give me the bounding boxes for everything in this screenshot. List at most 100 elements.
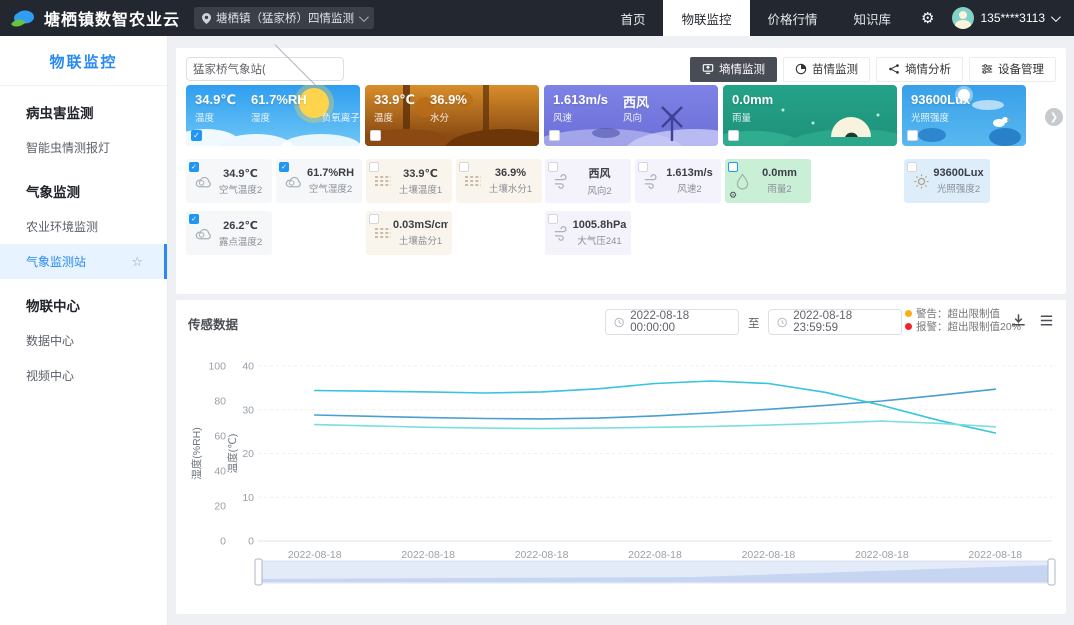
- toolbar-button-墒情监测[interactable]: 墒情监测: [690, 57, 777, 82]
- sensor-tile-土壤水分1[interactable]: 36.9%土壤水分1: [456, 159, 542, 203]
- sidebar-item-label: 智能虫情测报灯: [26, 139, 110, 156]
- sensor-label: 风向2: [572, 183, 627, 197]
- sensor-checkbox[interactable]: [459, 162, 469, 172]
- sensor-label: 土壤盐分1: [393, 233, 448, 247]
- sensor-tile-空气湿度2[interactable]: ✓61.7%RH空气湿度2: [276, 159, 362, 203]
- sensor-checkbox[interactable]: [369, 214, 379, 224]
- toolbar-button-设备管理[interactable]: 设备管理: [969, 57, 1056, 82]
- sensor-value: 西风: [572, 165, 627, 181]
- toolbar-button-墒情分析[interactable]: 墒情分析: [876, 57, 963, 82]
- sensor-checkbox[interactable]: [548, 162, 558, 172]
- datazoom-handle[interactable]: [1048, 559, 1055, 585]
- station-select[interactable]: 猛家桥气象站(1570000015685: [186, 57, 344, 81]
- sensor-tile-露点温度2[interactable]: ✓ 26.2℃ 露点温度2: [186, 211, 272, 255]
- card-checkbox[interactable]: [907, 130, 918, 141]
- alarm-label: 报警：超出限制值20%: [916, 319, 1021, 334]
- sensor-value: 36.9%: [483, 167, 538, 179]
- clock-icon: [777, 317, 787, 328]
- carousel-next-button[interactable]: ❯: [1045, 108, 1063, 126]
- nav-item-价格行情[interactable]: 价格行情: [750, 0, 836, 36]
- card-metric: 61.7%RH湿度: [251, 92, 307, 124]
- top-navbar: 塘栖镇数智农业云 塘栖镇（猛家桥）四情监测 首页物联监控价格行情知识库 ⚙ 13…: [0, 0, 1074, 36]
- list-view-icon[interactable]: [1038, 312, 1055, 332]
- sidebar-item-气象监测站[interactable]: 气象监测站☆: [0, 244, 167, 279]
- card-checkbox[interactable]: [728, 130, 739, 141]
- sidebar-item-农业环境监测[interactable]: 农业环境监测: [0, 209, 167, 244]
- weather-card-sky[interactable]: 34.9℃温度 61.7%RH湿度负氧离子 ✓: [186, 85, 360, 146]
- sensor-tile-空气温度2[interactable]: ✓34.9℃空气温度2: [186, 159, 272, 203]
- user-phone: 135****3113: [980, 11, 1045, 25]
- sensor-tile-风向2[interactable]: 西风风向2: [545, 159, 631, 203]
- warning-dot: [905, 310, 912, 317]
- sidebar-item-视频中心[interactable]: 视频中心: [0, 358, 167, 393]
- nav-item-首页[interactable]: 首页: [602, 0, 663, 36]
- nav-item-知识库[interactable]: 知识库: [836, 0, 910, 36]
- sensor-tile-雨量2[interactable]: 0.0mm雨量2⚙: [725, 159, 811, 203]
- chevron-down-icon: [1051, 12, 1061, 22]
- svg-text:0: 0: [248, 536, 254, 548]
- sensor-checkbox[interactable]: [369, 162, 379, 172]
- date-from-input[interactable]: 2022-08-18 00:00:00: [605, 309, 739, 335]
- sensor-label: 露点温度2: [213, 234, 268, 248]
- card-metric: 西风风向: [623, 92, 649, 124]
- date-to-input[interactable]: 2022-08-18 23:59:59: [768, 309, 902, 335]
- card-checkbox[interactable]: [549, 130, 560, 141]
- sensor-tile-风速2[interactable]: 1.613m/s风速2: [635, 159, 721, 203]
- weather-card-soil[interactable]: 33.9℃温度36.9%水分: [365, 85, 539, 146]
- sensor-value: 1005.8hPa: [572, 219, 627, 231]
- toolbar-button-苗情监测[interactable]: 苗情监测: [783, 57, 870, 82]
- location-pin-icon: [202, 13, 211, 24]
- svg-text:2022-08-18: 2022-08-18: [288, 549, 342, 561]
- sensor-label: 大气压241: [572, 233, 627, 247]
- card-checkbox[interactable]: ✓: [191, 130, 202, 141]
- series-空气湿度2: [315, 381, 996, 433]
- sensor-checkbox[interactable]: [548, 214, 558, 224]
- sensor-checkbox[interactable]: [907, 162, 917, 172]
- sensor-tile-土壤盐分1[interactable]: 0.03mS/cm土壤盐分1: [366, 211, 452, 255]
- svg-text:100: 100: [208, 361, 226, 373]
- svg-text:2022-08-18: 2022-08-18: [968, 549, 1022, 561]
- weather-card-rain[interactable]: 0.0mm雨量: [723, 85, 897, 146]
- card-metric: 34.9℃温度: [195, 92, 236, 124]
- sidebar-item-label: 数据中心: [26, 332, 74, 349]
- sensor-checkbox[interactable]: ✓: [279, 162, 289, 172]
- sidebar-group-heading: 气象监测: [0, 165, 167, 209]
- app-title: 塘栖镇数智农业云: [44, 6, 180, 30]
- nav-item-物联监控[interactable]: 物联监控: [663, 0, 749, 36]
- card-checkbox[interactable]: [370, 130, 381, 141]
- station-select-value: 猛家桥气象站(1570000015685: [193, 61, 265, 77]
- star-icon[interactable]: ☆: [131, 254, 143, 270]
- sensor-label: 风速2: [662, 181, 717, 195]
- drop-icon: [732, 173, 752, 190]
- region-select[interactable]: 塘栖镇（猛家桥）四情监测: [194, 7, 374, 29]
- main-content: 猛家桥气象站(1570000015685 墒情监测苗情监测墒情分析设备管理 34…: [168, 36, 1074, 625]
- gear-icon[interactable]: ⚙: [729, 190, 737, 201]
- chevron-down-icon: [359, 12, 369, 22]
- sensor-checkbox[interactable]: [728, 162, 738, 172]
- settings-gear-icon[interactable]: ⚙: [909, 9, 946, 27]
- sidebar-group-heading: 病虫害监测: [0, 86, 167, 130]
- sensor-checkbox[interactable]: [638, 162, 648, 172]
- card-metric: 36.9%水分: [430, 92, 467, 124]
- datazoom-handle[interactable]: [255, 559, 262, 585]
- sensor-tile-光照强度2[interactable]: 93600Lux光照强度2: [904, 159, 990, 203]
- download-icon[interactable]: [1010, 312, 1027, 332]
- sensor-line-chart[interactable]: 020406080100010203040湿度(%RH)温度(℃)2022-08…: [186, 348, 1056, 594]
- card-metric: 93600Lux光照强度: [911, 92, 970, 124]
- sensor-label: 光照强度2: [931, 181, 986, 195]
- weather-card-wind[interactable]: 1.613m/s风速西风风向: [544, 85, 718, 146]
- date-from-value: 2022-08-18 00:00:00: [630, 310, 730, 334]
- sensor-tile-大气压241[interactable]: 1005.8hPa 大气压241: [545, 211, 631, 255]
- sensor-value: 34.9℃: [213, 167, 268, 180]
- sensor-value: 26.2℃: [213, 219, 268, 232]
- sidebar-item-数据中心[interactable]: 数据中心: [0, 323, 167, 358]
- card-metric: 负氧离子: [322, 92, 360, 124]
- sensor-checkbox[interactable]: ✓: [189, 214, 199, 224]
- sensor-checkbox[interactable]: ✓: [189, 162, 199, 172]
- wind-icon: [642, 174, 662, 189]
- weather-card-light[interactable]: 93600Lux光照强度: [902, 85, 1026, 146]
- user-menu[interactable]: 135****3113: [946, 7, 1074, 29]
- sidebar-item-智能虫情测报灯[interactable]: 智能虫情测报灯: [0, 130, 167, 165]
- soil-icon: [463, 174, 483, 188]
- sensor-tile-土壤温度1[interactable]: 33.9℃土壤温度1: [366, 159, 452, 203]
